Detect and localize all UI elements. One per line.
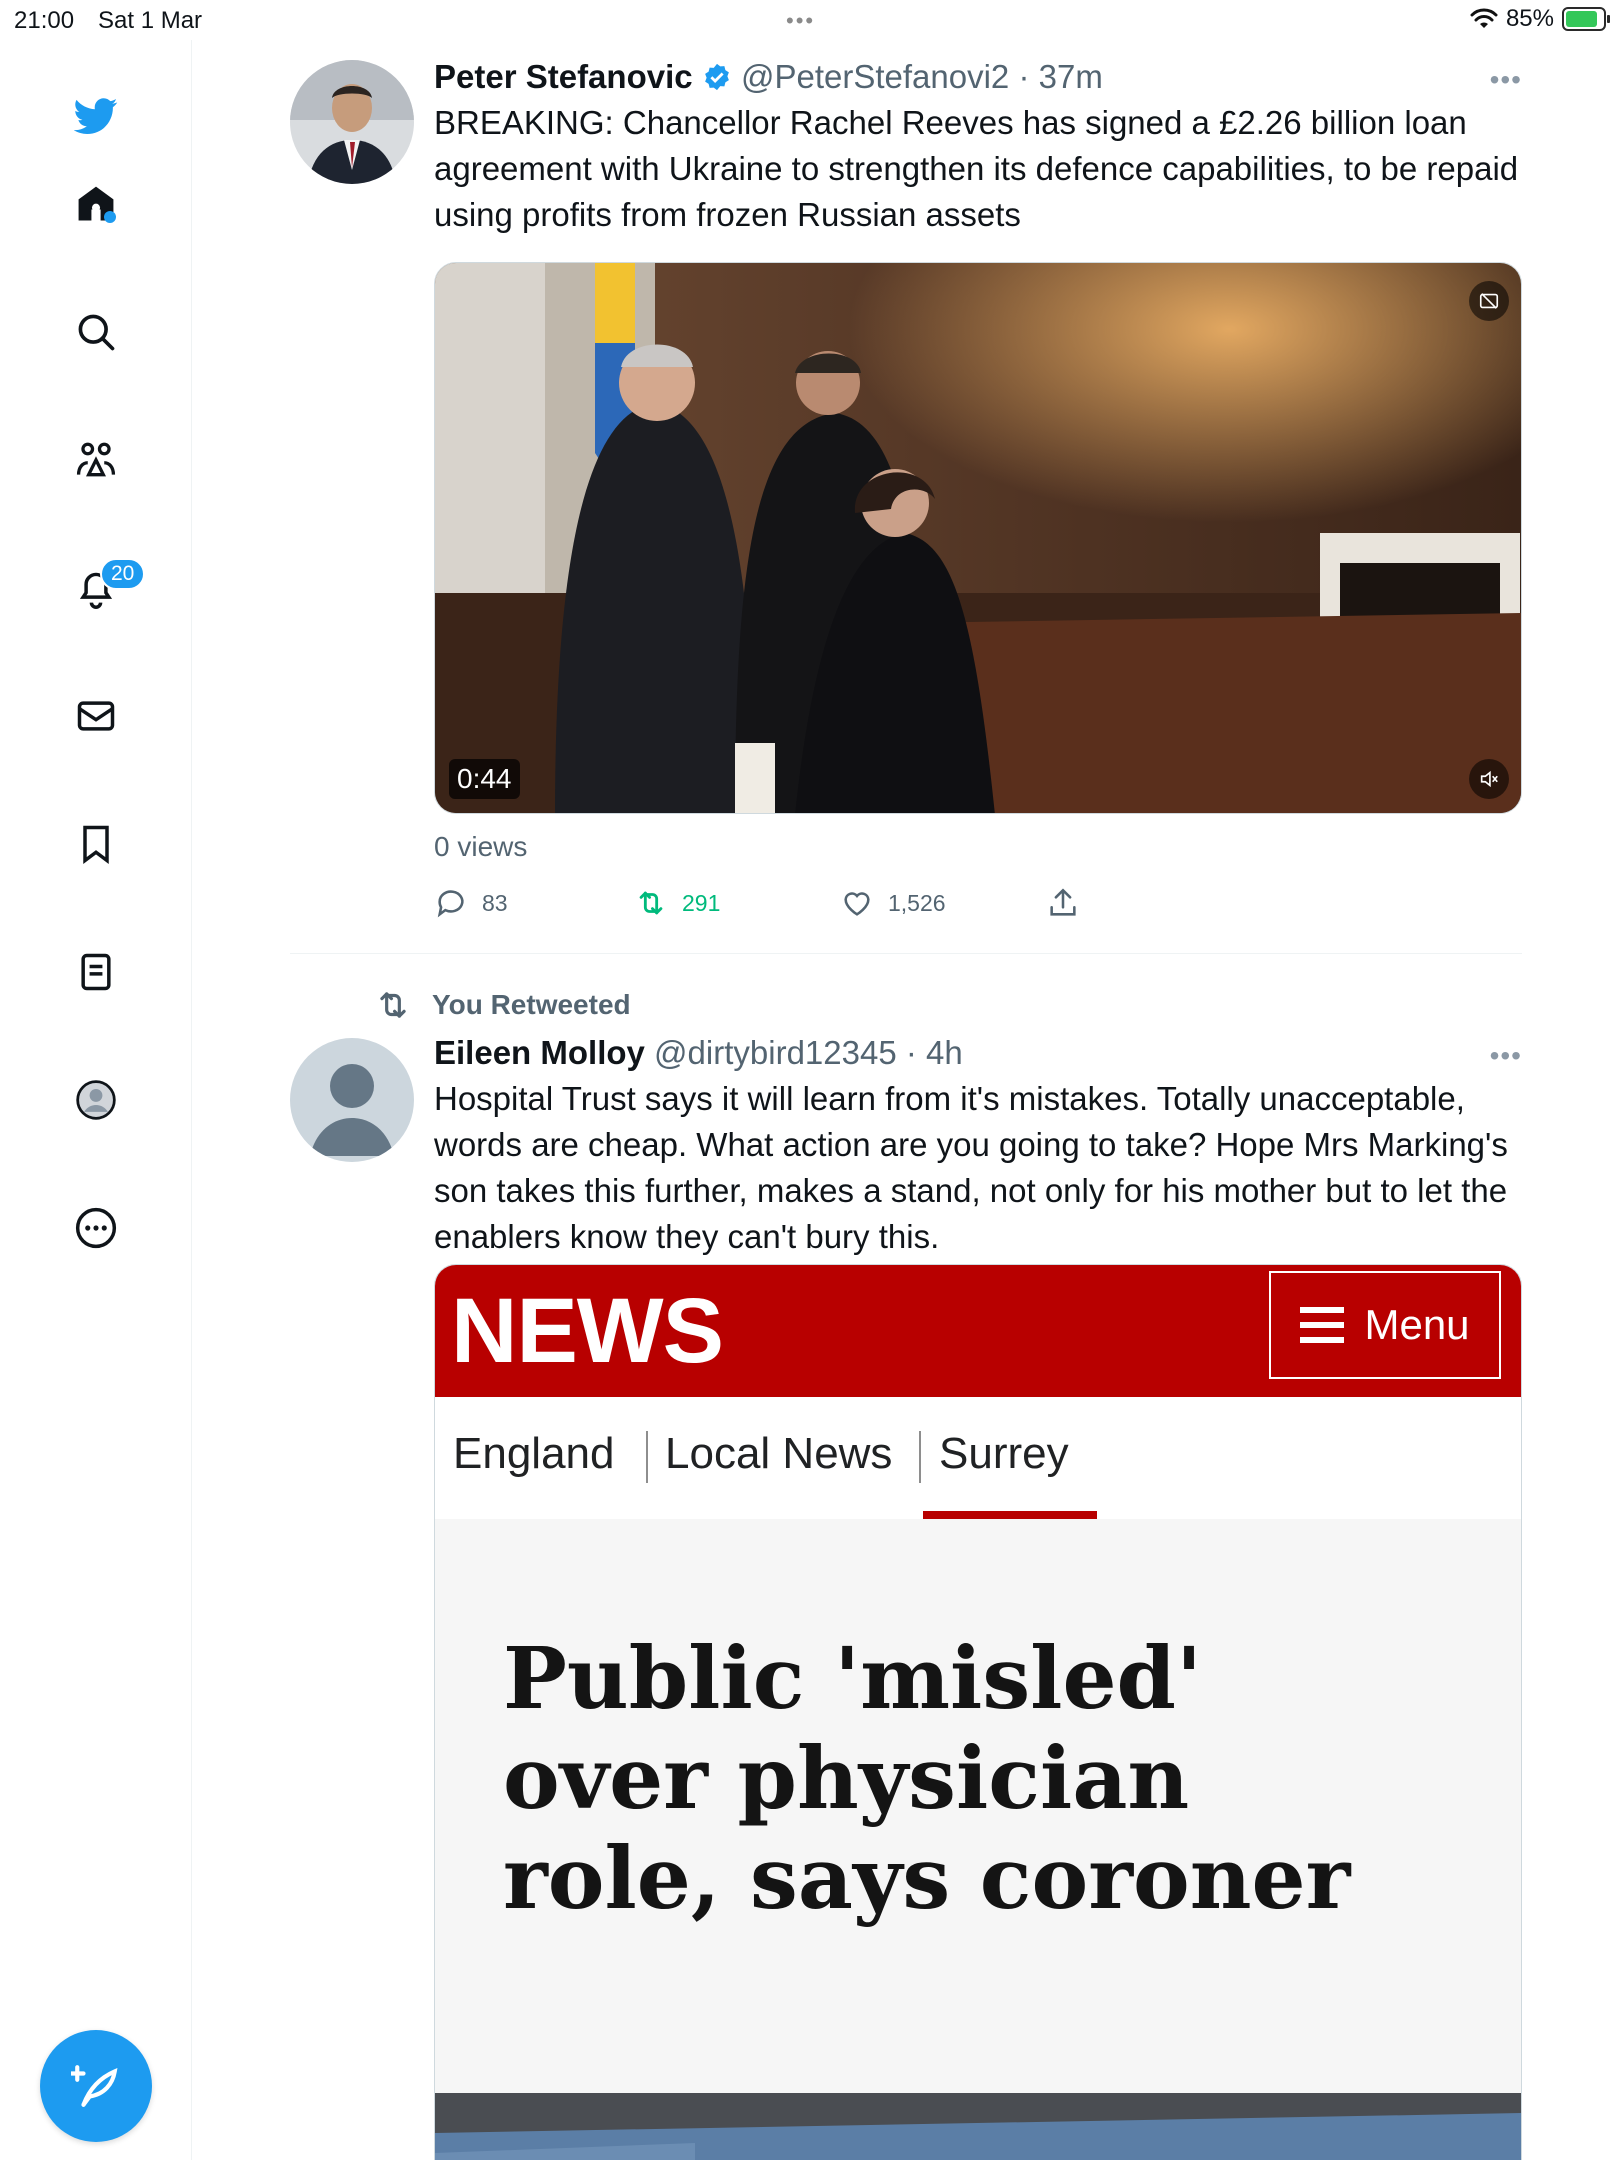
tweet[interactable]: You Retweeted Eileen Molloy @dirtybird12… xyxy=(290,982,1522,2160)
tweet-header: Peter Stefanovic @PeterStefanovi2 · 37m xyxy=(434,56,1522,98)
tweet-time[interactable]: · 37m xyxy=(1018,58,1102,95)
more-icon[interactable] xyxy=(68,1200,124,1256)
reply-button[interactable]: 83 xyxy=(434,886,508,920)
retweet-button[interactable]: 291 xyxy=(634,886,720,920)
search-icon[interactable] xyxy=(68,304,124,360)
tweet-more-icon[interactable]: ••• xyxy=(1490,64,1522,96)
bbc-header: NEWS Menu xyxy=(435,1265,1521,1397)
bbc-menu-button: Menu xyxy=(1269,1271,1501,1379)
author-name[interactable]: Peter Stefanovic xyxy=(434,58,693,95)
sidebar: 20 xyxy=(0,40,192,2160)
avatar[interactable] xyxy=(290,1038,414,1162)
retweet-label: You Retweeted xyxy=(432,989,631,1020)
tweet-image[interactable]: NEWS Menu England Local News Surrey Publ… xyxy=(434,1264,1522,2160)
bbc-menu-label: Menu xyxy=(1364,1301,1470,1348)
communities-icon[interactable] xyxy=(68,432,124,488)
messages-icon[interactable] xyxy=(68,688,124,744)
battery-percent: 85% xyxy=(1505,5,1554,32)
tweet-header: Eileen Molloy @dirtybird12345 · 4h xyxy=(434,1032,1522,1074)
compose-tweet-button[interactable] xyxy=(40,2030,152,2142)
verified-badge-icon xyxy=(704,63,729,91)
lists-icon[interactable] xyxy=(68,944,124,1000)
bbc-article-photo xyxy=(435,2093,1521,2160)
heart-icon xyxy=(844,892,870,916)
twitter-logo-icon[interactable] xyxy=(68,88,124,144)
tweet[interactable]: Peter Stefanovic @PeterStefanovi2 · 37m … xyxy=(290,56,1522,953)
multitasking-dots-icon[interactable]: ••• xyxy=(786,8,815,34)
video-duration: 0:44 xyxy=(449,759,520,799)
tweet-divider xyxy=(290,953,1522,954)
nav-separator xyxy=(919,1431,921,1483)
video-frame xyxy=(435,263,1521,813)
reply-icon xyxy=(437,890,464,918)
bbc-nav-england: England xyxy=(453,1429,615,1478)
bbc-nav-local-news: Local News xyxy=(665,1429,893,1478)
status-date: Sat 1 Mar xyxy=(98,7,203,34)
tweet-text: BREAKING: Chancellor Rachel Reeves has s… xyxy=(434,104,1519,233)
compose-feather-icon xyxy=(71,2065,118,2107)
mute-icon[interactable] xyxy=(1469,759,1509,799)
author-name[interactable]: Eileen Molloy xyxy=(434,1034,645,1071)
reply-count: 83 xyxy=(482,889,508,916)
like-count: 1,526 xyxy=(888,889,946,916)
bbc-nav-surrey: Surrey xyxy=(939,1429,1069,1478)
retweet-icon xyxy=(639,891,663,915)
home-unread-dot xyxy=(104,211,116,223)
status-bar: 21:00 Sat 1 Mar ••• 85% xyxy=(0,0,1620,40)
home-icon[interactable] xyxy=(68,176,124,232)
tweet-text: Hospital Trust says it will learn from i… xyxy=(434,1080,1508,1255)
tweet-more-icon[interactable]: ••• xyxy=(1490,1040,1522,1072)
profile-icon[interactable] xyxy=(68,1072,124,1128)
retweet-context: You Retweeted xyxy=(374,986,631,1024)
bbc-headline: Public 'misled' over physician role, say… xyxy=(503,1629,1351,1929)
author-handle[interactable]: @PeterStefanovi2 xyxy=(741,58,1009,95)
retweet-icon xyxy=(380,992,406,1018)
status-time: 21:00 xyxy=(14,7,75,34)
share-icon xyxy=(1050,888,1076,916)
tweet-video[interactable]: 0:44 xyxy=(434,262,1522,814)
status-right: 85% xyxy=(1470,5,1610,33)
battery-icon xyxy=(1562,7,1610,31)
share-button[interactable] xyxy=(1046,886,1080,920)
bookmarks-icon[interactable] xyxy=(68,816,124,872)
bbc-article: Public 'misled' over physician role, say… xyxy=(435,1519,1521,2093)
notifications-badge: 20 xyxy=(100,558,146,590)
avatar[interactable] xyxy=(290,60,414,184)
view-count: 0 views xyxy=(434,831,528,862)
author-handle[interactable]: @dirtybird12345 xyxy=(654,1034,897,1071)
nav-separator xyxy=(646,1431,648,1483)
hamburger-icon xyxy=(1300,1307,1345,1343)
retweet-count: 291 xyxy=(682,889,721,916)
bbc-nav: England Local News Surrey xyxy=(435,1397,1521,1521)
tweet-time[interactable]: · 4h xyxy=(906,1034,963,1071)
captions-icon[interactable] xyxy=(1469,281,1509,321)
wifi-icon xyxy=(1470,8,1498,28)
bbc-news-logo: NEWS xyxy=(451,1280,724,1382)
like-button[interactable]: 1,526 xyxy=(840,886,946,920)
